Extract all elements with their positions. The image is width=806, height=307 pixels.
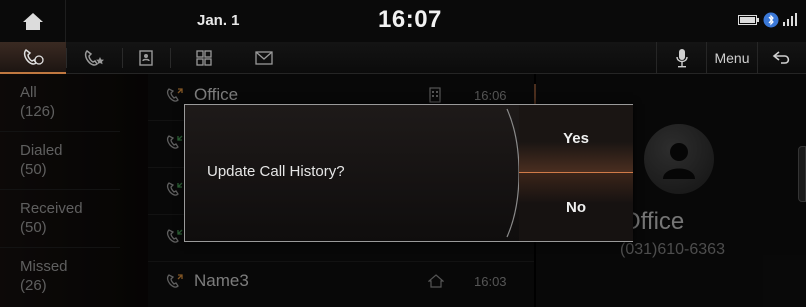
update-call-history-dialog: Update Call History? Yes No — [184, 104, 633, 242]
signal-icon — [783, 13, 797, 26]
status-bar: Jan. 1 16:07 — [0, 0, 806, 42]
back-icon — [772, 51, 790, 64]
dialog-button-panel: Yes No — [519, 105, 633, 241]
home-button[interactable] — [0, 0, 66, 42]
contacts-icon — [139, 50, 153, 66]
favorites-icon — [84, 50, 104, 66]
tab-recent-calls[interactable] — [0, 42, 66, 74]
back-button[interactable] — [758, 42, 806, 74]
microphone-icon — [675, 49, 688, 68]
home-icon — [22, 13, 43, 30]
bluetooth-icon — [763, 12, 779, 28]
messages-icon — [255, 51, 273, 65]
keypad-icon — [196, 50, 212, 66]
tab-contacts[interactable] — [122, 42, 170, 74]
clock: 16:07 — [378, 6, 442, 33]
dialog-message: Update Call History? — [207, 163, 345, 180]
menu-button[interactable]: Menu — [706, 42, 758, 74]
date-label: Jan. 1 — [197, 12, 240, 29]
tab-keypad[interactable] — [184, 42, 224, 74]
no-button[interactable]: No — [519, 173, 633, 241]
yes-button[interactable]: Yes — [519, 105, 633, 173]
battery-icon — [738, 15, 759, 25]
status-icons — [738, 12, 798, 28]
tab-favorites[interactable] — [66, 42, 122, 74]
tab-messages[interactable] — [244, 42, 284, 74]
recent-calls-icon — [23, 49, 44, 65]
voice-button[interactable] — [656, 42, 706, 74]
